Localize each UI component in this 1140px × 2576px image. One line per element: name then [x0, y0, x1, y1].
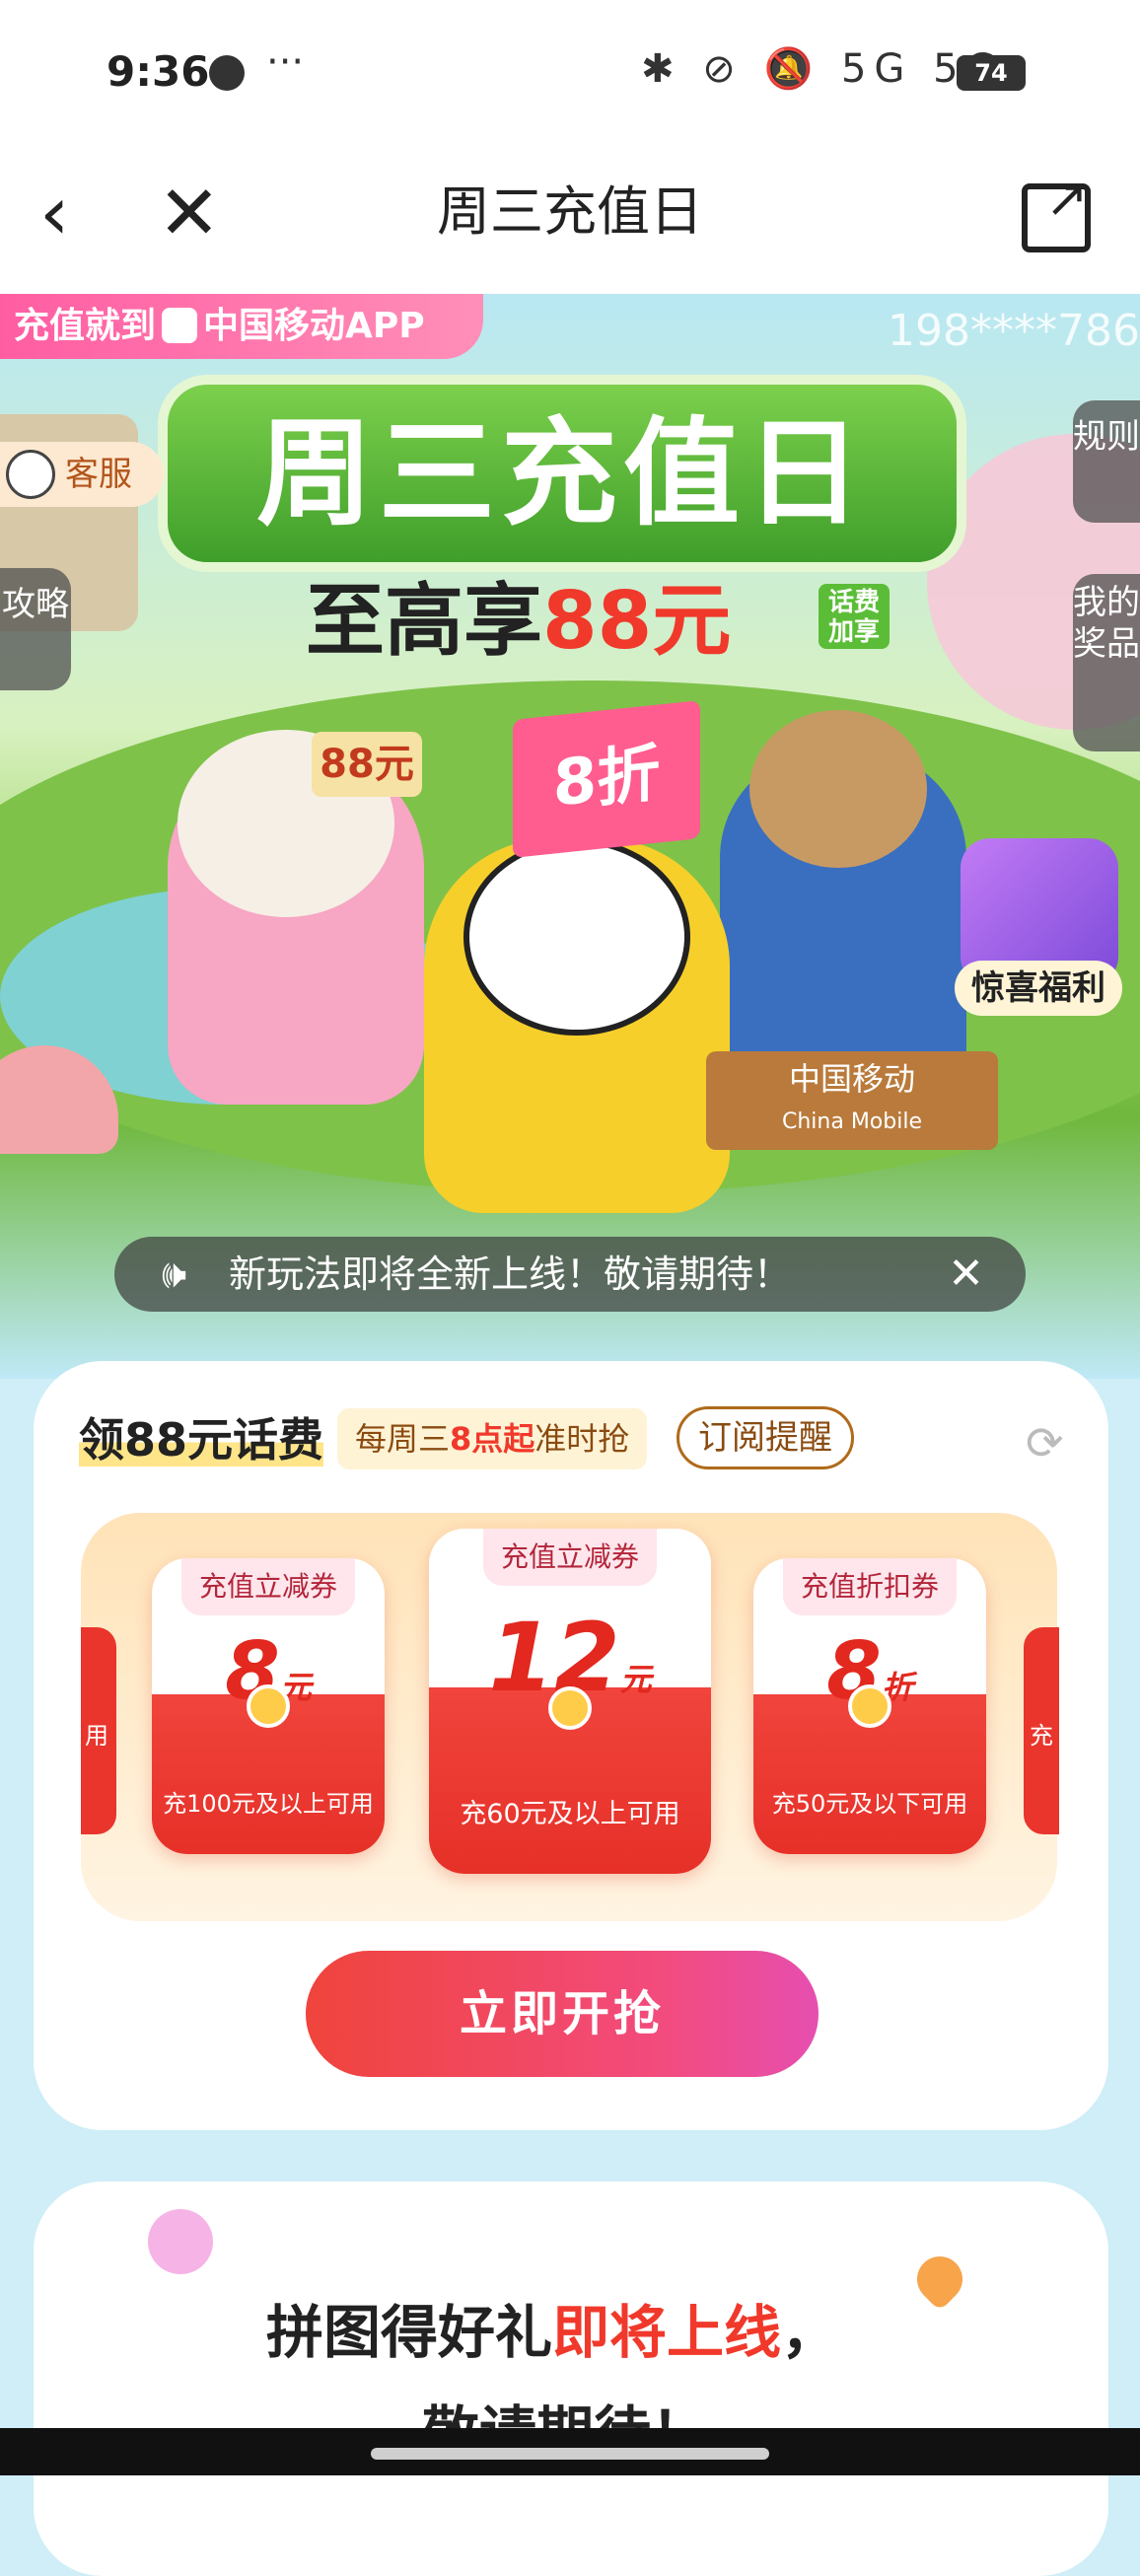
coupon-condition: 充100元及以上可用	[163, 1790, 374, 1818]
my-prizes-button[interactable]: 我的奖品	[1073, 574, 1140, 751]
discount-flag: 8折	[513, 700, 700, 858]
system-icons: ✱ ⊘ 🔕 5G 5G	[641, 46, 1005, 92]
bird-card-88: 88元	[312, 732, 422, 797]
phone-number: 198****786	[888, 306, 1140, 356]
horse-head	[749, 710, 927, 868]
panda-head	[463, 838, 690, 1036]
campaign-headline: 周三充值日	[168, 385, 957, 562]
campaign-subhead: 至高享88元	[306, 575, 732, 667]
coupon-card-title: 领88元话费	[79, 1413, 324, 1467]
grab-time-badge: 每周三8点起准时抢	[337, 1408, 648, 1469]
back-icon[interactable]: ‹	[39, 174, 99, 252]
more-status-icon: ···	[266, 39, 305, 85]
huafei-badge: 话费加享	[819, 584, 890, 649]
coupon-label: 充值立减券	[180, 1558, 356, 1615]
speaker-icon: 🕪	[162, 1252, 187, 1297]
coupon-condition: 充50元及以下可用	[771, 1790, 968, 1818]
page-title: 周三充值日	[437, 180, 703, 243]
coupon-item[interactable]: 充值立减券 8元 充100元及以上可用	[152, 1558, 385, 1854]
app-promo-tag: 充值就到 中国移动APP	[0, 294, 483, 359]
guide-button[interactable]: 攻略	[0, 568, 71, 690]
coupon-label: 充值立减券	[482, 1529, 658, 1586]
coupon-condition: 充60元及以上可用	[460, 1799, 680, 1829]
share-arrow-icon[interactable]: ↗	[1045, 174, 1089, 225]
china-mobile-logo-icon	[162, 308, 198, 343]
notice-close-icon[interactable]: ✕	[948, 1237, 984, 1312]
china-mobile-signpost: 中国移动 China Mobile	[706, 1051, 998, 1150]
close-icon[interactable]: ✕	[158, 174, 237, 252]
puzzle-headline: 拼图得好礼即将上线，	[266, 2299, 839, 2366]
coupon-partial-left[interactable]: 用	[81, 1627, 116, 1834]
coin-icon	[848, 1684, 891, 1728]
coupon-partial-right[interactable]: 充	[1024, 1627, 1059, 1834]
notice-text: 新玩法即将全新上线！敬请期待！	[229, 1252, 792, 1296]
surprise-gift-button[interactable]: 惊喜福利	[955, 961, 1122, 1016]
battery-icon: 74	[957, 55, 1026, 91]
coin-icon	[247, 1684, 290, 1728]
grab-now-button[interactable]: 立即开抢	[306, 1951, 819, 2077]
coin-icon	[548, 1686, 592, 1730]
coupon-label: 充值折扣券	[782, 1558, 958, 1615]
notice-bar: 🕪 新玩法即将全新上线！敬请期待！ ✕	[114, 1237, 1026, 1312]
flower-icon	[148, 2209, 213, 2274]
coupon-item[interactable]: 充值立减券 12元 充60元及以上可用	[429, 1529, 711, 1874]
customer-service-avatar-icon[interactable]	[6, 450, 55, 499]
refresh-icon[interactable]: ⟳	[1026, 1416, 1064, 1469]
rules-button[interactable]: 规则	[1073, 400, 1140, 523]
home-indicator[interactable]	[371, 2448, 769, 2460]
clock-icon	[209, 55, 245, 91]
subscribe-reminder-button[interactable]: 订阅提醒	[677, 1406, 854, 1469]
status-time: 9:36	[107, 47, 210, 96]
coupon-item[interactable]: 充值折扣券 8折 充50元及以下可用	[753, 1558, 986, 1854]
